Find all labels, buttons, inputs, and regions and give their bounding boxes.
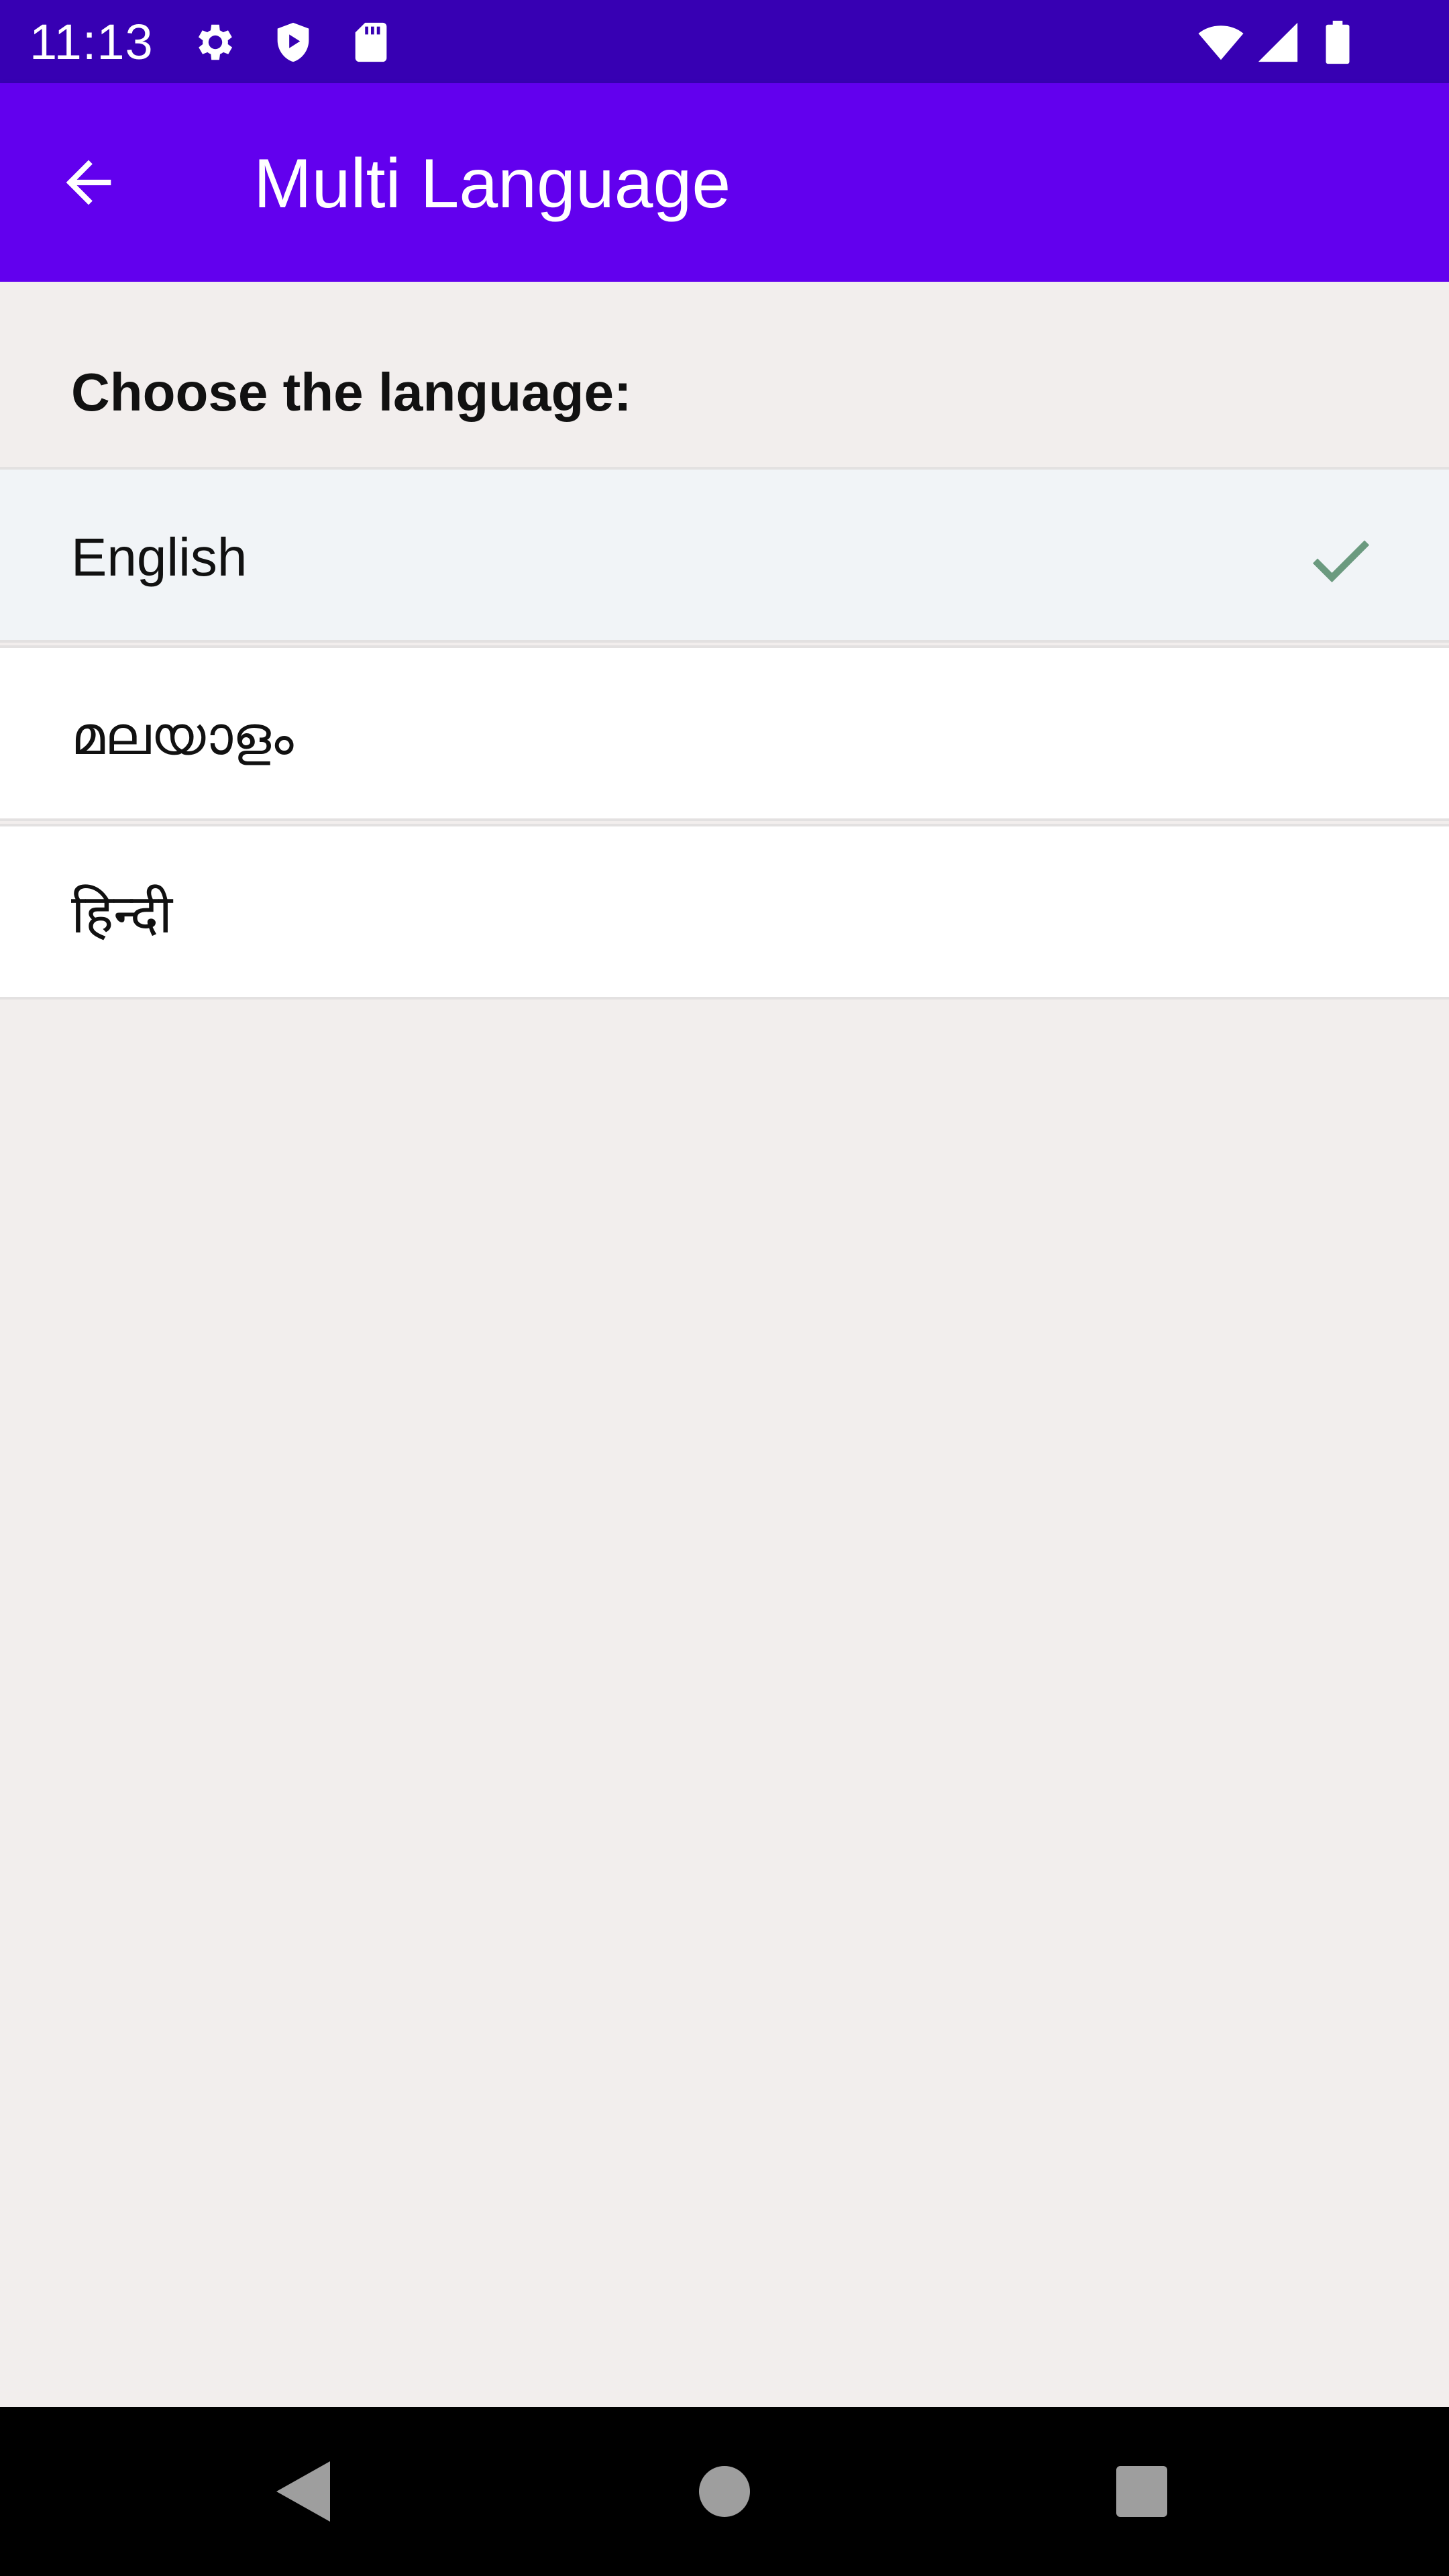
cell-signal-icon <box>1253 19 1303 66</box>
language-list: English മലയാളം हिन्दी <box>0 467 1449 1000</box>
shield-play-icon <box>270 19 317 66</box>
language-item-english[interactable]: English <box>0 467 1449 643</box>
language-item-hindi[interactable]: हिन्दी <box>0 824 1449 1000</box>
status-time: 11:13 <box>30 14 154 70</box>
system-nav-bar <box>0 2407 1449 2576</box>
choose-language-label: Choose the language: <box>71 362 632 422</box>
recents-square-icon <box>1116 2466 1167 2517</box>
page-title: Multi Language <box>254 145 731 223</box>
nav-home-button[interactable] <box>684 2451 765 2532</box>
status-bar: 11:13 <box>0 0 1449 83</box>
language-label: മലയാളം <box>71 706 294 765</box>
language-section-header: Choose the language: <box>0 282 1449 467</box>
nav-back-button[interactable] <box>263 2451 343 2532</box>
language-label: हिन्दी <box>71 884 173 944</box>
sd-card-icon <box>347 19 394 66</box>
nav-recents-button[interactable] <box>1102 2451 1182 2532</box>
settings-icon <box>192 19 239 66</box>
battery-icon <box>1318 19 1358 66</box>
check-icon <box>1307 526 1374 593</box>
wifi-icon <box>1193 19 1249 66</box>
home-circle-icon <box>699 2466 750 2517</box>
arrow-back-icon <box>66 160 111 205</box>
language-label: English <box>71 527 248 587</box>
back-button[interactable] <box>48 142 129 223</box>
language-item-malayalam[interactable]: മലയാളം <box>0 645 1449 821</box>
screen: 11:13 Multi Language Choose the language… <box>0 0 1449 2576</box>
app-bar: Multi Language <box>0 83 1449 282</box>
back-triangle-icon <box>276 2461 330 2522</box>
